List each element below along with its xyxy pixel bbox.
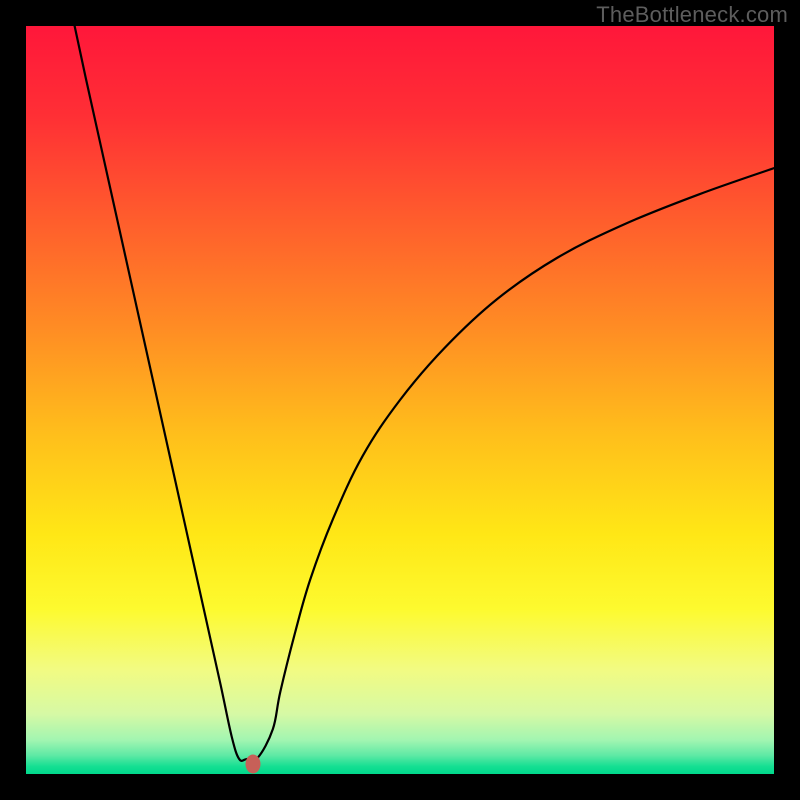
optimal-point-marker — [245, 754, 260, 773]
bottleneck-curve — [26, 26, 774, 774]
chart-frame: TheBottleneck.com — [0, 0, 800, 800]
plot-area — [26, 26, 774, 774]
watermark-text: TheBottleneck.com — [596, 2, 788, 28]
